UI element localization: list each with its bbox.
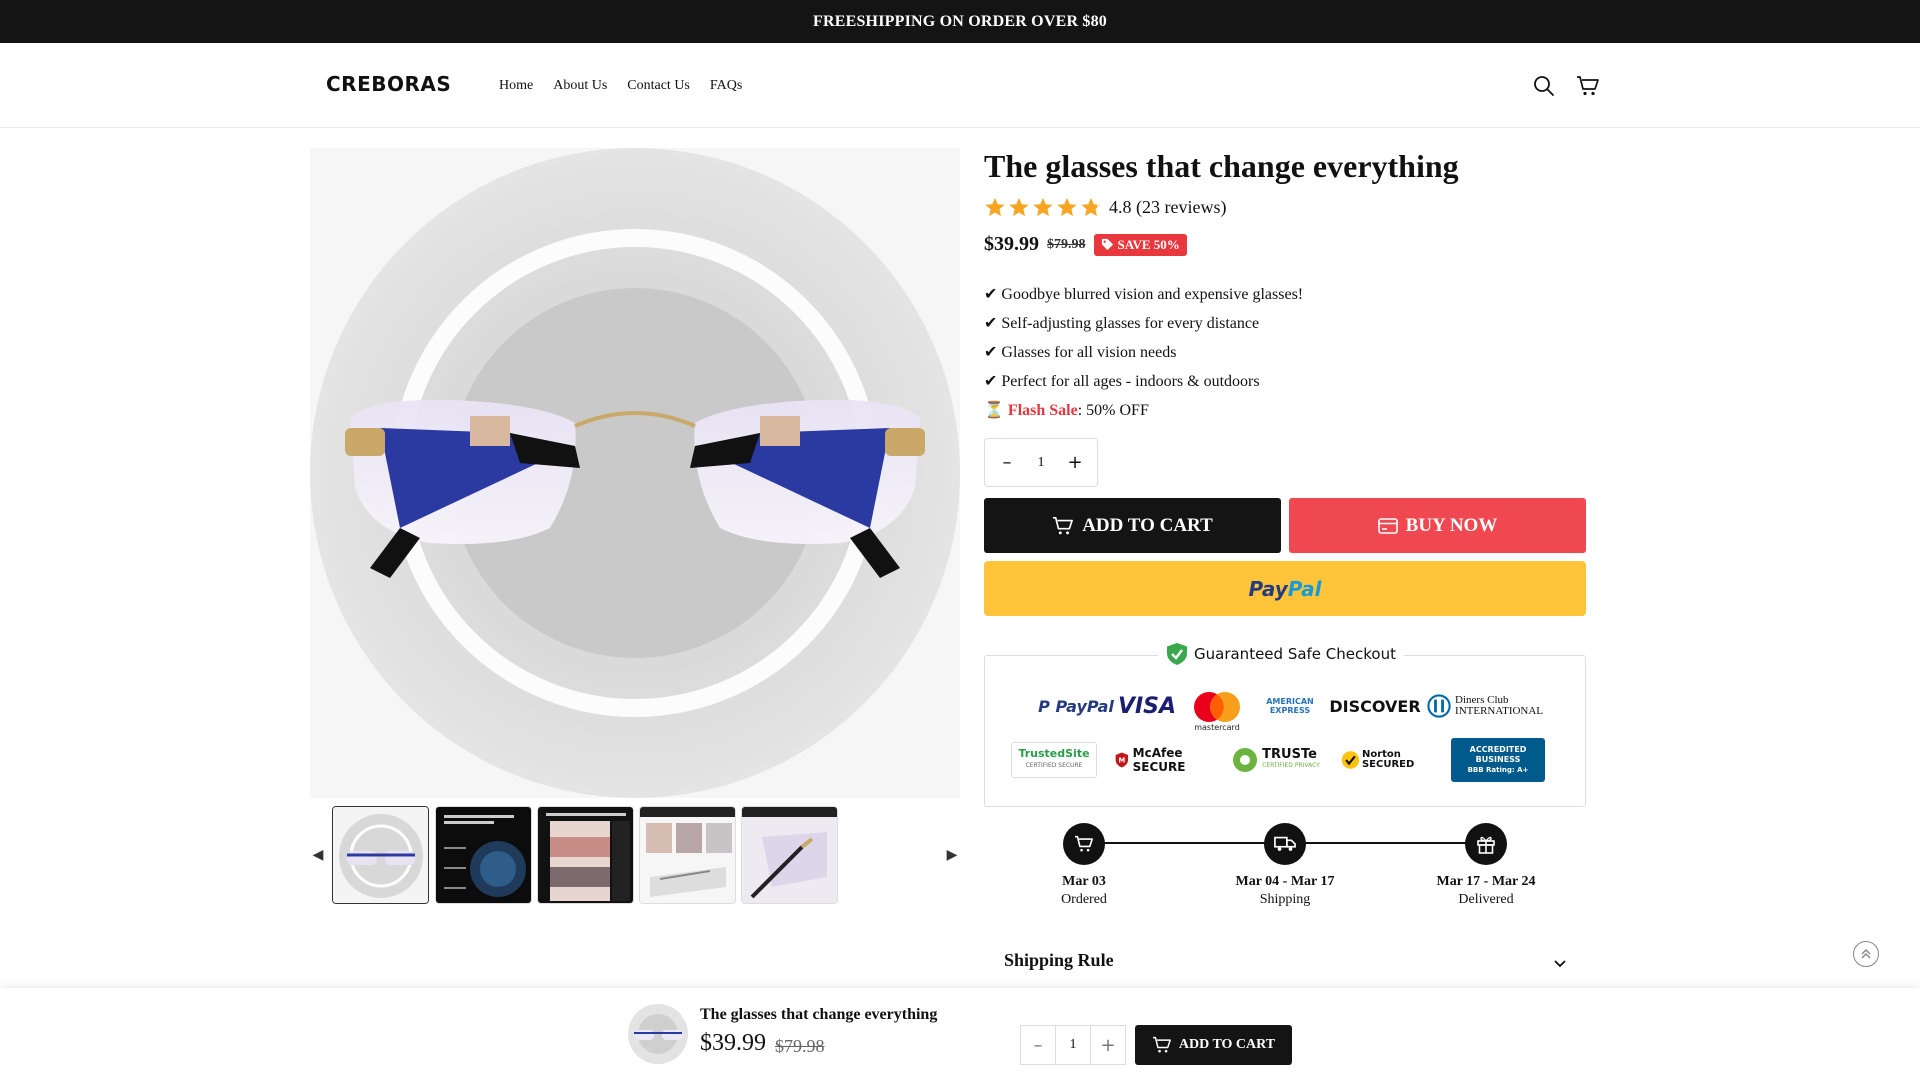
price-row: $39.99 $79.98 SAVE 50% <box>984 233 1187 256</box>
timeline-label-ordered: Ordered <box>1061 892 1107 907</box>
announcement-text: FREESHIPPING ON ORDER OVER $80 <box>812 12 1108 30</box>
product-price: $39.99 <box>984 233 1039 255</box>
diners-club-logo: Diners Club INTERNATIONAL <box>1427 688 1557 724</box>
chevron-down-icon[interactable] <box>1552 955 1568 971</box>
safe-checkout-title: Guaranteed Safe Checkout <box>1158 640 1404 668</box>
buy-now-button[interactable]: BUY NOW <box>1289 498 1586 553</box>
discover-logo: DISCOVER <box>1329 696 1421 716</box>
add-to-cart-button[interactable]: ADD TO CART <box>984 498 1281 553</box>
chevron-left-icon[interactable]: ◀ <box>310 844 326 866</box>
hourglass-icon: ⏳ <box>984 402 1004 419</box>
gift-icon <box>1465 823 1507 865</box>
product-rating[interactable]: 4.8 (23 reviews) <box>984 196 1226 218</box>
timeline-cart-icon <box>1063 823 1105 865</box>
feature-list: ✔ Goodbye blurred vision and expensive g… <box>984 280 1303 425</box>
flash-sale-text: : 50% OFF <box>1077 402 1149 419</box>
thumbnail-strip: ◀ ▶ <box>310 806 960 906</box>
paypal-checkout-button[interactable]: PayPal <box>984 561 1586 616</box>
shipping-rule-accordion[interactable]: Shipping Rule <box>1004 950 1114 971</box>
star-icon <box>1033 197 1053 217</box>
mcafee-secure-logo: M McAfee SECURE <box>1115 742 1199 778</box>
cart-icon <box>1053 516 1074 534</box>
site-header: CREBORAS Home About Us Contact Us FAQs <box>0 43 1920 128</box>
compare-price: $79.98 <box>1047 236 1086 252</box>
nav-faqs[interactable]: FAQs <box>710 78 742 94</box>
sticky-increase-button[interactable]: + <box>1090 1026 1125 1064</box>
trustedsite-logo: TrustedSite CERTIFIED SECURE <box>1011 742 1097 778</box>
credit-card-icon <box>1377 517 1398 534</box>
sticky-quantity-stepper: – 1 + <box>1020 1025 1126 1065</box>
search-icon[interactable] <box>1531 73 1557 99</box>
announcement-bar: FREESHIPPING ON ORDER OVER $80 <box>0 0 1920 43</box>
product-title: The glasses that change everything <box>984 148 1459 184</box>
timeline-date-delivered: Mar 17 - Mar 24 <box>1436 874 1536 889</box>
timeline-date-ordered: Mar 03 <box>1062 874 1106 889</box>
nav-home[interactable]: Home <box>499 78 533 94</box>
brand-logo[interactable]: CREBORAS <box>326 72 451 96</box>
increase-quantity-button[interactable]: + <box>1067 452 1083 473</box>
cart-icon[interactable] <box>1575 73 1601 99</box>
visa-logo: VISA <box>1117 693 1177 719</box>
quantity-stepper: – 1 + <box>984 438 1098 487</box>
thumbnail-3[interactable] <box>537 806 634 904</box>
sticky-product-title: The glasses that change everything <box>700 1006 938 1023</box>
timeline-label-shipping: Shipping <box>1259 892 1311 907</box>
mastercard-logo: mastercard <box>1185 690 1249 732</box>
star-icon <box>1009 197 1029 217</box>
sticky-product-thumbnail <box>628 1004 688 1064</box>
shield-check-icon <box>1167 643 1187 665</box>
tag-icon <box>1101 238 1113 251</box>
flash-sale-line: ⏳ Flash Sale: 50% OFF <box>984 396 1303 425</box>
thumbnail-5[interactable] <box>741 806 838 904</box>
sticky-compare-price: $79.98 <box>775 1036 825 1056</box>
product-main-image[interactable] <box>310 148 960 798</box>
feature-item: ✔ Goodbye blurred vision and expensive g… <box>984 286 1304 303</box>
star-icon <box>985 197 1005 217</box>
main-nav: Home About Us Contact Us FAQs <box>499 78 742 94</box>
timeline-label-delivered: Delivered <box>1458 892 1514 907</box>
truck-icon <box>1264 823 1306 865</box>
feature-item: ✔ Perfect for all ages - indoors & outdo… <box>984 373 1260 390</box>
sticky-quantity-input[interactable]: 1 <box>1055 1026 1090 1064</box>
nav-contact-us[interactable]: Contact Us <box>627 78 690 94</box>
norton-secured-logo: Norton SECURED <box>1341 742 1431 778</box>
thumbnail-2[interactable] <box>435 806 532 904</box>
star-icon <box>1057 197 1077 217</box>
scroll-to-top-icon[interactable] <box>1853 941 1879 967</box>
svg-text:M: M <box>1118 756 1125 764</box>
rating-text: 4.8 (23 reviews) <box>1109 196 1227 217</box>
feature-item: ✔ Glasses for all vision needs <box>984 344 1177 361</box>
star-half-icon <box>1081 197 1101 217</box>
sticky-add-to-cart-bar: The glasses that change everything $39.9… <box>0 988 1920 1080</box>
decrease-quantity-button[interactable]: – <box>999 452 1015 473</box>
sticky-price: $39.99 <box>700 1030 766 1056</box>
trust-badges-box: P PayPal VISA mastercard AMERICAN EXPRES… <box>984 655 1586 807</box>
bbb-accredited-logo: ACCREDITED BUSINESS BBB Rating: A+ <box>1451 738 1545 782</box>
sticky-decrease-button[interactable]: – <box>1021 1026 1055 1064</box>
amex-logo: AMERICAN EXPRESS <box>1266 697 1314 715</box>
truste-logo: TRUSTe CERTIFIED PRIVACY <box>1221 742 1331 778</box>
chevron-right-icon[interactable]: ▶ <box>944 844 960 866</box>
sticky-add-to-cart-button[interactable]: ADD TO CART <box>1135 1025 1292 1065</box>
timeline-date-shipping: Mar 04 - Mar 17 <box>1235 874 1335 889</box>
flash-sale-label: Flash Sale <box>1007 402 1078 419</box>
thumbnail-4[interactable] <box>639 806 736 904</box>
star-rating <box>984 196 1102 218</box>
nav-about-us[interactable]: About Us <box>553 78 607 94</box>
save-badge: SAVE 50% <box>1093 233 1187 256</box>
cart-icon <box>1152 1036 1171 1053</box>
quantity-input[interactable]: 1 <box>1038 455 1045 471</box>
thumbnail-1[interactable] <box>332 806 429 904</box>
paypal-logo: PayPal <box>1248 576 1322 601</box>
feature-item: ✔ Self-adjusting glasses for every dista… <box>984 315 1260 332</box>
